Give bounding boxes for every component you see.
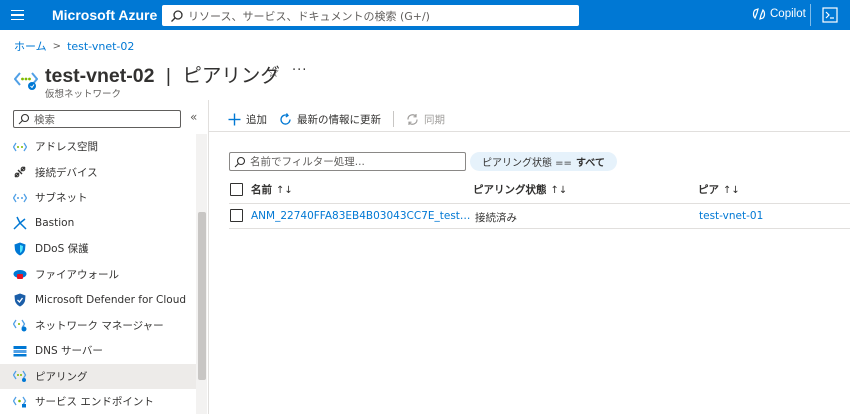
sidebar-item-label: ファイアウォール (35, 268, 119, 281)
copilot-icon (752, 8, 766, 20)
sidebar-item-ddos[interactable]: DDoS 保護 (0, 236, 196, 262)
sidebar-item-service-endpoints[interactable]: サービス エンドポイント (0, 389, 196, 414)
sidebar-item-address-space[interactable]: アドレス空間 (0, 134, 196, 160)
favorite-star-icon[interactable]: ☆ (267, 65, 280, 81)
title-divider: | (165, 65, 171, 87)
network-manager-icon (13, 319, 27, 332)
breadcrumb-current[interactable]: test-vnet-02 (67, 40, 134, 53)
breadcrumb-home[interactable]: ホーム (14, 38, 47, 54)
sidebar-item-label: アドレス空間 (35, 141, 98, 154)
table-row-divider (229, 228, 850, 229)
sync-button[interactable]: 同期 (406, 112, 445, 127)
search-icon (234, 156, 246, 167)
sort-icon: ↑↓ (276, 185, 293, 196)
panel-divider (208, 100, 209, 414)
brand-logo[interactable]: Microsoft Azure (52, 7, 162, 23)
resource-type: 仮想ネットワーク (45, 89, 122, 100)
sidebar-item-label: DNS サーバー (35, 345, 103, 358)
sidebar-item-label: サービス エンドポイント (35, 396, 154, 409)
add-button[interactable]: 追加 (228, 112, 267, 127)
ddos-shield-icon (14, 242, 26, 256)
row-checkbox[interactable] (230, 209, 243, 222)
sidebar-item-label: DDoS 保護 (35, 243, 89, 256)
name-filter-placeholder: 名前でフィルター処理... (250, 156, 365, 168)
search-icon (18, 113, 30, 125)
peer-link[interactable]: test-vnet-01 (699, 210, 763, 222)
table-header: 名前 ↑↓ ピアリング状態 ↑↓ ピア ↑↓ (229, 180, 850, 200)
sidebar-item-bastion[interactable]: Bastion (0, 211, 196, 237)
breadcrumb-separator: > (52, 40, 62, 52)
peering-name-link[interactable]: ANM_22740FFA83EB4B03043CC7E_test… (251, 210, 470, 222)
column-header-peer[interactable]: ピア ↑↓ (698, 182, 740, 197)
dns-server-icon (13, 345, 27, 357)
sidebar-search-placeholder: 検索 (34, 113, 55, 126)
topbar-divider (810, 4, 811, 26)
sort-icon: ↑↓ (550, 185, 568, 196)
sidebar-item-label: 接続デバイス (35, 166, 98, 179)
defender-icon (14, 293, 26, 307)
more-options-icon[interactable]: ··· (292, 63, 307, 78)
column-header-peering-status[interactable]: ピアリング状態 ↑↓ (473, 182, 567, 197)
sidebar-search-input[interactable]: 検索 (13, 110, 181, 128)
menu-icon[interactable] (0, 0, 34, 30)
sync-icon (407, 113, 418, 125)
bastion-icon (13, 216, 27, 230)
resource-name: test-vnet-02 (45, 65, 155, 87)
sidebar-item-label: Microsoft Defender for Cloud (35, 293, 187, 306)
sidebar-item-label: ネットワーク マネージャー (35, 319, 164, 332)
refresh-button[interactable]: 最新の情報に更新 (279, 112, 381, 127)
pill-key: ピアリング状態 == (482, 158, 572, 169)
sidebar-item-label: ピアリング (35, 370, 88, 383)
toolbar-divider (209, 131, 850, 132)
cloud-shell-icon[interactable] (822, 7, 838, 23)
sidebar-item-firewall[interactable]: ファイアウォール (0, 262, 196, 288)
refresh-icon (280, 112, 291, 125)
name-filter-input[interactable]: 名前でフィルター処理... (229, 152, 466, 171)
toolbar-separator (393, 111, 394, 127)
subnet-icon (13, 193, 27, 203)
sidebar-item-connected-devices[interactable]: 接続デバイス (0, 160, 196, 186)
sidebar-item-defender[interactable]: Microsoft Defender for Cloud (0, 287, 196, 313)
peering-status-filter-pill[interactable]: ピアリング状態 == すべて (470, 152, 617, 171)
copilot-label: Copilot (770, 8, 806, 20)
sidebar-item-network-manager[interactable]: ネットワーク マネージャー (0, 313, 196, 339)
refresh-label: 最新の情報に更新 (297, 113, 381, 126)
sidebar-item-dns-servers[interactable]: DNS サーバー (0, 338, 196, 364)
plus-icon (228, 113, 241, 125)
global-search-placeholder: リソース、サービス、ドキュメントの検索 (G+/) (188, 9, 430, 23)
add-label: 追加 (246, 113, 267, 126)
sidebar-item-label: Bastion (35, 217, 75, 230)
global-search-input[interactable]: リソース、サービス、ドキュメントの検索 (G+/) (162, 5, 579, 26)
sidebar-item-subnets[interactable]: サブネット (0, 185, 196, 211)
connected-devices-icon (14, 166, 26, 178)
copilot-button[interactable]: Copilot (752, 7, 806, 21)
table-header-divider (229, 203, 850, 204)
sidebar-item-peerings[interactable]: ピアリング (0, 363, 196, 389)
command-bar: 追加 最新の情報に更新 同期 (228, 108, 457, 130)
sync-label: 同期 (424, 113, 445, 126)
pill-value: すべて (575, 158, 605, 169)
firewall-icon (13, 270, 27, 280)
search-icon (171, 9, 183, 22)
peering-icon (13, 370, 27, 383)
sidebar-menu: アドレス空間 接続デバイス サブネット Bastion DDoS 保護 ファイア… (0, 134, 196, 414)
sidebar-scrollbar-thumb[interactable] (198, 212, 206, 380)
select-all-checkbox[interactable] (230, 183, 243, 196)
table-row: ANM_22740FFA83EB4B03043CC7E_test… 接続済み t… (229, 205, 850, 228)
page-title: test-vnet-02 | ピアリング (45, 59, 280, 88)
column-header-name[interactable]: 名前 ↑↓ (251, 182, 293, 197)
breadcrumb: ホーム > test-vnet-02 (14, 38, 134, 54)
sidebar-item-label: サブネット (35, 192, 88, 205)
vnet-icon (14, 72, 38, 90)
service-endpoint-icon (13, 396, 27, 408)
sort-icon: ↑↓ (723, 185, 740, 196)
peering-status: 接続済み (475, 212, 517, 224)
page-name: ピアリング (182, 65, 280, 87)
collapse-sidebar-icon[interactable]: « (190, 110, 197, 124)
address-space-icon (13, 142, 27, 152)
